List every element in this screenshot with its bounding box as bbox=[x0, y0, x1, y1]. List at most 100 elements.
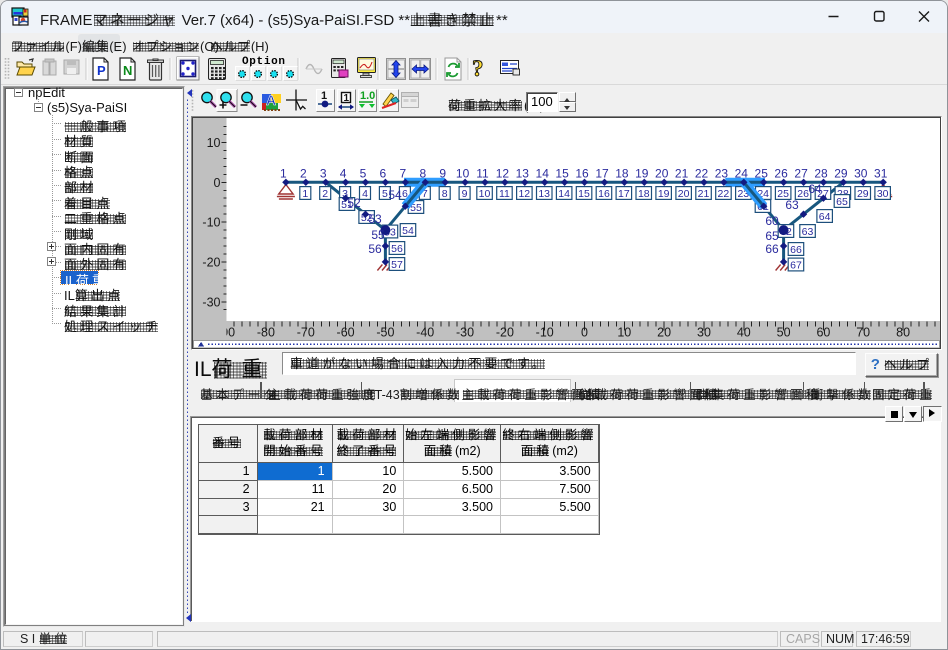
svg-text:14: 14 bbox=[558, 188, 570, 200]
svg-text:26: 26 bbox=[797, 188, 809, 200]
svg-text:18: 18 bbox=[638, 188, 650, 200]
svg-text:19: 19 bbox=[635, 167, 649, 181]
svg-text:1.0: 1.0 bbox=[360, 90, 375, 102]
svg-text:5: 5 bbox=[360, 167, 367, 181]
svg-text:-40: -40 bbox=[416, 325, 434, 339]
svg-text:-50: -50 bbox=[376, 325, 394, 339]
svg-text:13: 13 bbox=[516, 167, 530, 181]
svg-text:21: 21 bbox=[675, 167, 689, 181]
svg-text:8: 8 bbox=[442, 188, 448, 200]
svg-text:66: 66 bbox=[790, 244, 802, 256]
svg-text:-20: -20 bbox=[202, 255, 220, 269]
svg-text:60: 60 bbox=[765, 214, 779, 228]
svg-text:30: 30 bbox=[854, 167, 868, 181]
svg-text:65: 65 bbox=[765, 229, 779, 243]
svg-text:63: 63 bbox=[785, 198, 799, 212]
svg-text:66: 66 bbox=[765, 242, 779, 256]
svg-text:12: 12 bbox=[496, 167, 510, 181]
svg-text:20: 20 bbox=[657, 325, 671, 339]
svg-text:16: 16 bbox=[575, 167, 589, 181]
svg-text:9: 9 bbox=[439, 167, 446, 181]
svg-text:-10: -10 bbox=[202, 216, 220, 230]
svg-text:2: 2 bbox=[300, 167, 307, 181]
svg-text:2: 2 bbox=[322, 188, 328, 200]
svg-text:11: 11 bbox=[499, 188, 510, 200]
svg-text:7: 7 bbox=[400, 167, 407, 181]
svg-text:22: 22 bbox=[695, 167, 709, 181]
svg-text:63: 63 bbox=[802, 226, 814, 238]
svg-text:28: 28 bbox=[814, 167, 828, 181]
svg-text:-20: -20 bbox=[496, 325, 514, 339]
svg-text:50: 50 bbox=[777, 325, 791, 339]
svg-text:40: 40 bbox=[737, 325, 751, 339]
svg-text:12: 12 bbox=[518, 188, 530, 200]
svg-text:9: 9 bbox=[462, 188, 468, 200]
svg-text:-10: -10 bbox=[536, 325, 554, 339]
svg-text:67: 67 bbox=[790, 259, 802, 271]
svg-text:-30: -30 bbox=[456, 325, 474, 339]
svg-text:25: 25 bbox=[755, 167, 769, 181]
svg-text:17: 17 bbox=[595, 167, 609, 181]
svg-text:60: 60 bbox=[816, 325, 830, 339]
svg-text:14: 14 bbox=[536, 167, 550, 181]
svg-text:54: 54 bbox=[388, 188, 402, 202]
svg-text:11: 11 bbox=[476, 167, 489, 181]
svg-text:1: 1 bbox=[344, 93, 350, 104]
svg-text:-60: -60 bbox=[337, 325, 355, 339]
svg-text:1: 1 bbox=[321, 90, 327, 102]
svg-text:15: 15 bbox=[578, 188, 590, 200]
svg-text:15: 15 bbox=[555, 167, 569, 181]
svg-text:0: 0 bbox=[581, 325, 588, 339]
svg-text:27: 27 bbox=[794, 167, 808, 181]
svg-text:10: 10 bbox=[456, 167, 470, 181]
svg-text:10: 10 bbox=[479, 188, 491, 200]
svg-text:56: 56 bbox=[368, 242, 382, 256]
svg-text:20: 20 bbox=[678, 188, 690, 200]
svg-text:-30: -30 bbox=[202, 295, 220, 309]
svg-text:20: 20 bbox=[655, 167, 669, 181]
svg-text:21: 21 bbox=[698, 188, 710, 200]
svg-text:26: 26 bbox=[774, 167, 788, 181]
svg-text:17: 17 bbox=[618, 188, 630, 200]
svg-text:23: 23 bbox=[715, 167, 729, 181]
svg-text:31: 31 bbox=[874, 167, 888, 181]
svg-text:19: 19 bbox=[658, 188, 670, 200]
svg-text:53: 53 bbox=[368, 212, 382, 226]
svg-text:56: 56 bbox=[391, 243, 403, 255]
svg-text:80: 80 bbox=[896, 325, 910, 339]
svg-text:4: 4 bbox=[362, 188, 368, 200]
svg-text:0: 0 bbox=[214, 176, 221, 190]
svg-text:57: 57 bbox=[391, 259, 403, 271]
svg-text:13: 13 bbox=[538, 188, 550, 200]
svg-text:?: ? bbox=[472, 56, 484, 81]
svg-text:10: 10 bbox=[617, 325, 631, 339]
svg-text:54: 54 bbox=[402, 225, 414, 237]
svg-text:10: 10 bbox=[207, 136, 221, 150]
svg-text:70: 70 bbox=[856, 325, 870, 339]
svg-text:5: 5 bbox=[382, 188, 388, 200]
svg-text:1: 1 bbox=[280, 167, 287, 181]
svg-text:52: 52 bbox=[347, 196, 361, 210]
svg-text:8: 8 bbox=[419, 167, 426, 181]
svg-text:1: 1 bbox=[302, 188, 308, 200]
svg-text:-80: -80 bbox=[257, 325, 275, 339]
svg-text:6: 6 bbox=[380, 167, 387, 181]
svg-text:64: 64 bbox=[819, 211, 831, 223]
svg-text:22: 22 bbox=[718, 188, 730, 200]
svg-text:29: 29 bbox=[834, 167, 848, 181]
svg-text:18: 18 bbox=[615, 167, 629, 181]
svg-text:30: 30 bbox=[877, 188, 889, 200]
svg-text:4: 4 bbox=[340, 167, 347, 181]
svg-text:3: 3 bbox=[320, 167, 327, 181]
svg-text:30: 30 bbox=[697, 325, 711, 339]
svg-text:-70: -70 bbox=[297, 325, 315, 339]
svg-text:64: 64 bbox=[808, 182, 822, 196]
svg-text:24: 24 bbox=[735, 167, 749, 181]
svg-text:16: 16 bbox=[598, 188, 610, 200]
svg-text:55: 55 bbox=[371, 228, 385, 242]
svg-text:P: P bbox=[97, 63, 106, 78]
svg-text:65: 65 bbox=[836, 196, 848, 208]
svg-text:29: 29 bbox=[857, 188, 869, 200]
svg-text:N: N bbox=[123, 63, 132, 78]
svg-text:A: A bbox=[266, 92, 276, 108]
